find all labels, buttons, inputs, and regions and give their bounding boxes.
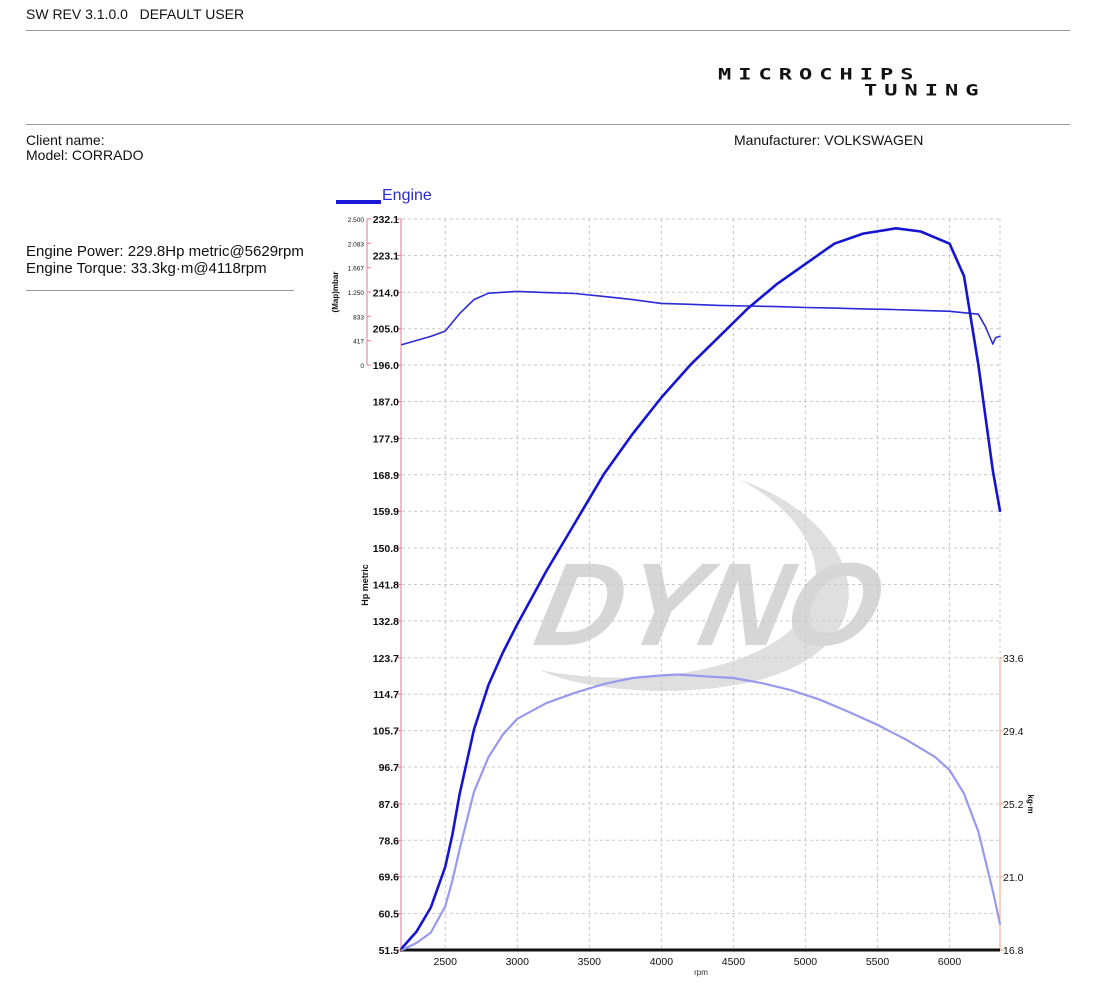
torque-tick-label: 29.4 bbox=[1003, 726, 1024, 738]
torque-tick-label: 25.2 bbox=[1003, 799, 1024, 811]
x-tick-label: 3500 bbox=[578, 956, 602, 968]
power-tick-label: 132.8 bbox=[373, 616, 399, 628]
power-tick-label: 114.7 bbox=[373, 689, 399, 701]
power-tick-label: 105.7 bbox=[373, 726, 399, 738]
torque-curve bbox=[400, 673, 1002, 952]
x-tick-label: 5500 bbox=[866, 956, 890, 968]
power-tick-label: 196.0 bbox=[373, 360, 399, 372]
boost-axis-title: (Map)mbar bbox=[331, 272, 340, 313]
torque-tick-label: 21.0 bbox=[1003, 872, 1024, 884]
boost-curve bbox=[401, 290, 1001, 346]
power-tick-label: 96.7 bbox=[379, 762, 400, 774]
x-tick-label: 6000 bbox=[938, 956, 962, 968]
boost-tick-label: 1.250 bbox=[348, 290, 365, 297]
power-tick-label: 159.9 bbox=[373, 506, 399, 518]
power-tick-label: 232.1 bbox=[373, 214, 399, 226]
boost-tick-label: 1.667 bbox=[348, 266, 365, 273]
x-axis-title: rpm bbox=[694, 968, 708, 977]
power-tick-label: 51.5 bbox=[379, 945, 400, 957]
power-tick-label: 87.6 bbox=[379, 799, 400, 811]
x-tick-label: 4500 bbox=[722, 956, 746, 968]
power-tick-label: 78.6 bbox=[379, 835, 400, 847]
x-tick-label: 4000 bbox=[650, 956, 674, 968]
watermark-text: DYNO bbox=[525, 539, 894, 671]
boost-tick-label: 833 bbox=[353, 314, 364, 321]
power-tick-label: 123.7 bbox=[373, 653, 399, 665]
power-tick-label: 141.8 bbox=[373, 580, 399, 592]
power-tick-label: 223.1 bbox=[373, 250, 399, 262]
x-tick-label: 5000 bbox=[794, 956, 818, 968]
power-tick-label: 69.6 bbox=[379, 872, 400, 884]
power-tick-label: 205.0 bbox=[373, 324, 399, 336]
x-tick-label: 2500 bbox=[434, 956, 458, 968]
x-tick-label: 3000 bbox=[506, 956, 530, 968]
torque-tick-label: 16.8 bbox=[1003, 945, 1024, 957]
power-tick-label: 187.0 bbox=[373, 397, 399, 409]
boost-tick-label: 0 bbox=[360, 363, 364, 370]
boost-tick-label: 2.500 bbox=[348, 217, 365, 224]
power-tick-label: 177.9 bbox=[373, 433, 399, 445]
power-tick-label: 214.0 bbox=[373, 287, 399, 299]
torque-tick-label: 33.6 bbox=[1003, 653, 1024, 665]
power-tick-label: 60.5 bbox=[379, 909, 400, 921]
power-tick-label: 150.8 bbox=[373, 543, 399, 555]
boost-tick-label: 2.083 bbox=[348, 241, 365, 248]
dyno-chart: DYNO 51.5 60.5 69.6 78.6 87.6 96.7 105.7 114.7 1… bbox=[331, 214, 1035, 977]
torque-axis-title: kg·m bbox=[1026, 794, 1035, 813]
boost-tick-label: 417 bbox=[353, 339, 364, 346]
power-axis-title: Hp metric bbox=[360, 564, 370, 606]
power-tick-label: 168.9 bbox=[373, 470, 399, 482]
